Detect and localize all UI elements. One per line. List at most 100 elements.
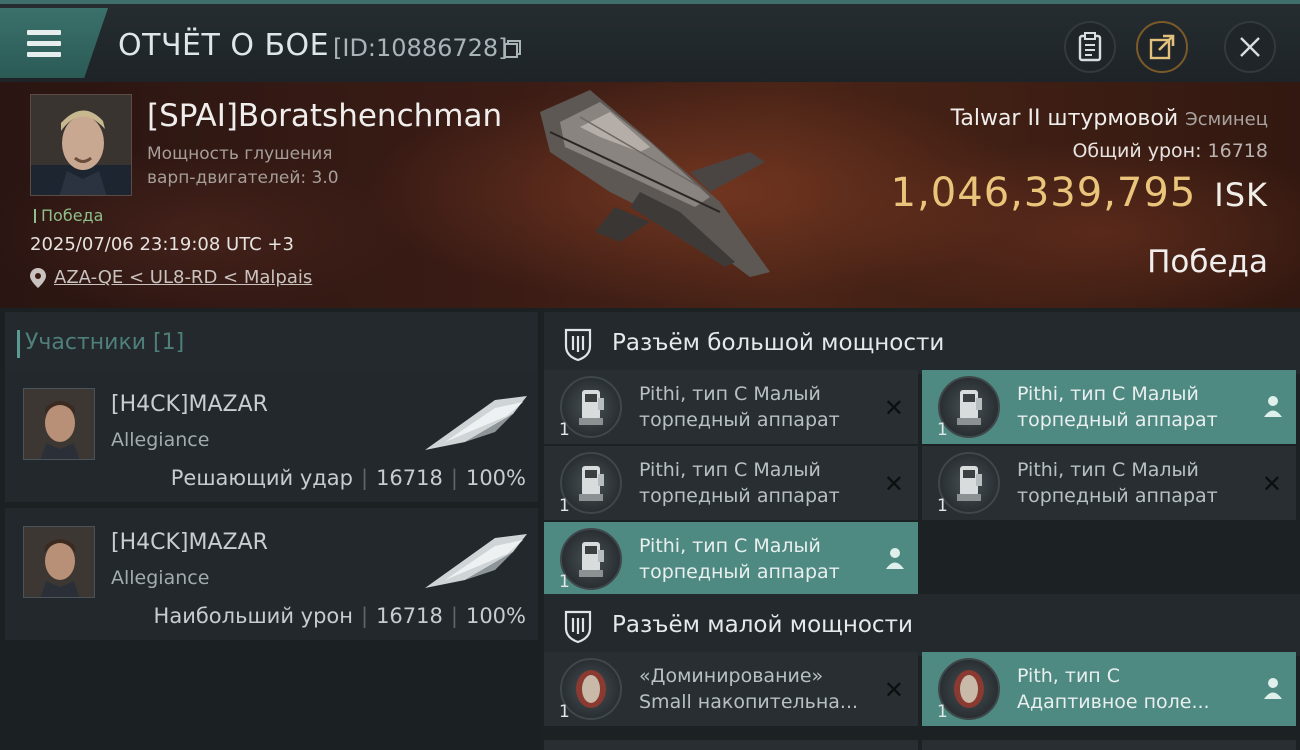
module-name-line2: Small накопительна... bbox=[639, 691, 859, 713]
participants-header[interactable]: Участники [1] bbox=[5, 312, 538, 370]
module-slot-partial[interactable] bbox=[922, 740, 1296, 750]
share-icon bbox=[1149, 34, 1175, 60]
slot-high-icon bbox=[564, 328, 592, 362]
page-title: ОТЧЁТ О БОЕ bbox=[118, 28, 330, 63]
battle-id: [ID:10886728] bbox=[333, 34, 508, 62]
share-button[interactable] bbox=[1136, 21, 1188, 73]
module-slot[interactable]: 1 Pithi, тип C Малый торпедный аппарат ✕ bbox=[544, 446, 918, 520]
ship-class: Эсминец bbox=[1185, 109, 1268, 130]
module-name-line2: торпедный аппарат bbox=[639, 485, 840, 507]
total-damage-label: Общий урон: bbox=[1072, 140, 1202, 162]
top-bar: ОТЧЁТ О БОЕ [ID:10886728] bbox=[0, 0, 1300, 82]
module-name-line1: Pithi, тип C Малый bbox=[1017, 383, 1199, 405]
participant-name[interactable]: [H4CK]MAZAR bbox=[111, 392, 268, 417]
ship-name-line: Talwar II штурмовой Эсминец bbox=[951, 106, 1268, 131]
module-name-line2: торпедный аппарат bbox=[1017, 409, 1218, 431]
total-damage: Общий урон: 16718 bbox=[1072, 140, 1268, 162]
stats-separator: | bbox=[450, 604, 458, 628]
participants-header-label: Участники [1] bbox=[16, 330, 185, 358]
isk-value-line: 1,046,339,795 ISK bbox=[891, 170, 1268, 216]
module-slot[interactable]: 1 Pithi, тип C Малый торпедный аппарат bbox=[544, 522, 918, 596]
module-name-line1: Pithi, тип C Малый bbox=[639, 459, 821, 481]
module-name-line1: Pithi, тип C Малый bbox=[639, 535, 821, 557]
module-name-line1: Pithi, тип C Малый bbox=[639, 383, 821, 405]
clipboard-button[interactable] bbox=[1064, 21, 1116, 73]
participant-stats: Наибольший урон | 16718 | 100% bbox=[154, 604, 526, 628]
isk-currency: ISK bbox=[1214, 176, 1268, 214]
module-name: «Доминирование» Small накопительна... bbox=[639, 663, 869, 715]
high-slots-title: Разъём большой мощности bbox=[612, 330, 945, 356]
module-slot[interactable]: 1 «Доминирование» Small накопительна... ✕ bbox=[544, 652, 918, 726]
avatar bbox=[23, 526, 95, 598]
pilot-portrait-image bbox=[31, 95, 131, 195]
victim-name[interactable]: [SPAI]Boratshenchman bbox=[147, 98, 502, 134]
victim-portrait[interactable] bbox=[30, 94, 132, 196]
destroyed-x-icon: ✕ bbox=[883, 470, 904, 498]
module-quantity: 1 bbox=[937, 496, 948, 516]
participant-card[interactable]: [H4CK]MAZAR Allegiance Наибольший урон | 1… bbox=[5, 508, 538, 640]
menu-button[interactable] bbox=[0, 8, 108, 78]
participants-panel: Участники [1] [H4CK]MAZAR Allegiance Реш… bbox=[0, 308, 540, 750]
menu-icon bbox=[27, 30, 61, 35]
victim-banner: [SPAI]Boratshenchman Мощность глушения в… bbox=[0, 82, 1300, 308]
module-name-line1: «Доминирование» bbox=[639, 665, 824, 687]
module-name-line2: Адаптивное поле... bbox=[1017, 691, 1210, 713]
module-slot[interactable]: 1 Pith, тип C Адаптивное поле... bbox=[922, 652, 1296, 726]
participant-role: Решающий удар bbox=[170, 466, 353, 490]
stats-separator: | bbox=[360, 604, 369, 628]
participant-percent: 100% bbox=[465, 604, 526, 628]
dropped-person-icon bbox=[1264, 678, 1282, 699]
slot-low-icon bbox=[564, 610, 592, 644]
total-damage-value: 16718 bbox=[1207, 140, 1268, 162]
result-badge: Победа bbox=[34, 206, 103, 225]
menu-icon-bar bbox=[27, 52, 61, 57]
module-quantity: 1 bbox=[559, 572, 570, 592]
module-quantity: 1 bbox=[559, 420, 570, 440]
low-slots-title: Разъём малой мощности bbox=[612, 612, 913, 638]
fittings-panel: Разъём большой мощности 1 Pithi, тип C Ма… bbox=[540, 308, 1300, 750]
module-slot[interactable]: 1 Pithi, тип C Малый торпедный аппарат bbox=[922, 370, 1296, 444]
module-quantity: 1 bbox=[559, 702, 570, 722]
menu-icon-bar bbox=[27, 41, 61, 46]
module-slot[interactable]: 1 Pithi, тип C Малый торпедный аппарат ✕ bbox=[544, 370, 918, 444]
location-pin-icon bbox=[30, 268, 46, 288]
module-slot-partial[interactable] bbox=[544, 740, 918, 750]
warp-scramble-label: Мощность глушения bbox=[147, 144, 333, 164]
ship-name[interactable]: Talwar II штурмовой bbox=[951, 106, 1179, 131]
module-name: Pithi, тип C Малый торпедный аппарат bbox=[1017, 381, 1247, 433]
participant-damage: 16718 bbox=[376, 466, 443, 490]
location-link[interactable]: AZA-QE < UL8-RD < Malpais bbox=[30, 267, 312, 288]
module-name-line2: торпедный аппарат bbox=[639, 561, 840, 583]
module-name-line2: торпедный аппарат bbox=[1017, 485, 1218, 507]
participant-card[interactable]: [H4CK]MAZAR Allegiance Решающий удар | 167… bbox=[5, 370, 538, 502]
close-button[interactable] bbox=[1224, 21, 1276, 73]
participant-ship: Allegiance bbox=[111, 429, 210, 451]
clipboard-icon bbox=[1078, 32, 1102, 62]
high-slots-header: Разъём большой мощности bbox=[544, 312, 1300, 374]
participant-ship: Allegiance bbox=[111, 567, 210, 589]
participant-ship-image bbox=[425, 534, 527, 588]
module-name: Pithi, тип C Малый торпедный аппарат bbox=[1017, 457, 1247, 509]
low-slots-header: Разъём малой мощности bbox=[544, 594, 1300, 656]
module-name: Pithi, тип C Малый торпедный аппарат bbox=[639, 457, 869, 509]
stats-separator: | bbox=[360, 466, 369, 490]
module-name: Pithi, тип C Малый торпедный аппарат bbox=[639, 533, 869, 585]
timestamp: 2025/07/06 23:19:08 UTC +3 bbox=[30, 234, 294, 255]
module-name: Pith, тип C Адаптивное поле... bbox=[1017, 663, 1247, 715]
participant-role: Наибольший урон bbox=[153, 604, 353, 628]
participant-percent: 100% bbox=[465, 466, 526, 490]
avatar bbox=[23, 388, 95, 460]
destroyed-x-icon: ✕ bbox=[883, 676, 904, 704]
close-icon bbox=[1240, 37, 1260, 57]
isk-value: 1,046,339,795 bbox=[890, 170, 1197, 216]
location-text: AZA-QE < UL8-RD < Malpais bbox=[54, 267, 313, 288]
copy-icon[interactable] bbox=[503, 39, 523, 59]
module-slot[interactable]: 1 Pithi, тип C Малый торпедный аппарат ✕ bbox=[922, 446, 1296, 520]
result-title: Победа bbox=[1147, 244, 1268, 280]
module-quantity: 1 bbox=[937, 420, 948, 440]
participant-name[interactable]: [H4CK]MAZAR bbox=[111, 530, 268, 555]
participant-portrait-image bbox=[24, 527, 94, 597]
ship-render bbox=[540, 90, 770, 277]
participant-portrait-image bbox=[24, 389, 94, 459]
module-name-line1: Pithi, тип C Малый bbox=[1017, 459, 1199, 481]
